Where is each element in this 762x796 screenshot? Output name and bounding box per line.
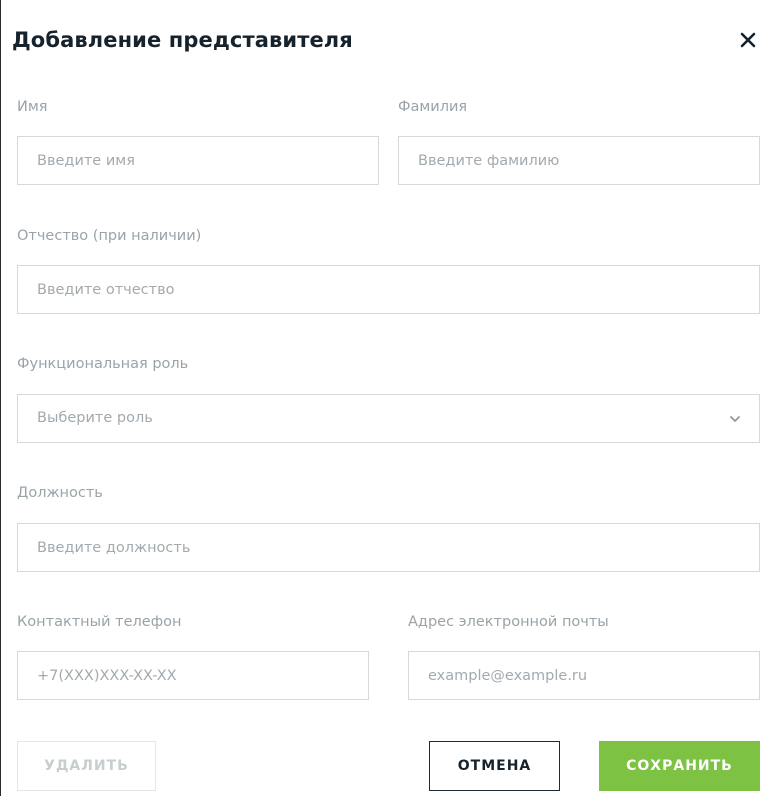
cancel-button[interactable]: ОТМЕНА [429, 741, 560, 791]
role-select-value: Выберите роль [37, 410, 153, 426]
role-label: Функциональная роль [17, 356, 189, 372]
phone-input[interactable] [18, 652, 368, 699]
position-label: Должность [17, 485, 103, 501]
delete-button[interactable]: УДАЛИТЬ [17, 741, 156, 791]
patronymic-field-box [17, 265, 760, 314]
email-input[interactable] [409, 652, 759, 699]
email-label: Адрес электронной почты [408, 614, 609, 630]
chevron-down-icon [730, 416, 740, 422]
position-field-box [17, 523, 760, 572]
last-name-field-box [398, 136, 760, 185]
save-button[interactable]: СОХРАНИТЬ [599, 741, 760, 791]
patronymic-label: Отчество (при наличии) [17, 228, 202, 244]
position-input[interactable] [18, 524, 759, 571]
phone-label: Контактный телефон [17, 614, 182, 630]
first-name-input[interactable] [18, 137, 378, 184]
first-name-label: Имя [17, 99, 48, 115]
first-name-field-box [17, 136, 379, 185]
patronymic-input[interactable] [18, 266, 759, 313]
close-icon[interactable] [738, 30, 758, 50]
dialog-title: Добавление представителя [12, 28, 353, 52]
add-representative-dialog: Добавление представителя Имя Фамилия Отч… [0, 0, 762, 796]
email-field-box [408, 651, 760, 700]
last-name-input[interactable] [399, 137, 759, 184]
last-name-label: Фамилия [398, 99, 468, 115]
role-select[interactable]: Выберите роль [17, 394, 760, 443]
phone-field-box [17, 651, 369, 700]
